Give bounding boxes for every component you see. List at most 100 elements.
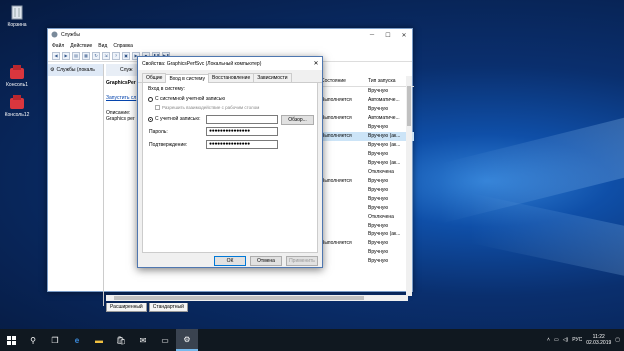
app-icon[interactable]: ▭ xyxy=(154,329,176,351)
radio-button[interactable] xyxy=(148,116,153,122)
radio-button[interactable] xyxy=(148,96,153,102)
logon-as-label: Вход в систему: xyxy=(148,86,185,92)
system-tray: ˄ ▭ ◁) РУС 11:22 02.03.2019 ▢ xyxy=(547,334,624,346)
table-row[interactable]: Вручную xyxy=(318,203,414,212)
export-icon[interactable]: ⇲ xyxy=(102,51,110,60)
scrollbar-thumb[interactable] xyxy=(407,86,411,126)
vertical-scrollbar[interactable] xyxy=(406,76,412,296)
table-row[interactable]: Вручную xyxy=(318,248,414,257)
table-row[interactable]: Вручную xyxy=(318,257,414,266)
column-header-status[interactable]: Состояние xyxy=(318,78,365,84)
checkbox[interactable] xyxy=(155,105,160,110)
table-row[interactable]: Вручную (ак... xyxy=(318,159,414,168)
network-icon[interactable]: ▭ xyxy=(554,337,559,343)
account-input[interactable] xyxy=(206,115,278,124)
console-icon xyxy=(8,94,26,110)
chevron-up-icon[interactable]: ˄ xyxy=(547,337,550,343)
table-row[interactable]: Вручную xyxy=(318,194,414,203)
desktop-background: Корзина Консоль1 Консоль12 Службы ─ ☐ ✕ … xyxy=(0,0,624,329)
table-row[interactable]: Вручную xyxy=(318,123,414,132)
table-row[interactable]: Отключена xyxy=(318,167,414,176)
help-icon[interactable]: ? xyxy=(112,51,120,60)
confirm-password-input[interactable]: ●●●●●●●●●●●●●●● xyxy=(206,140,278,149)
cell-startup: Вручную xyxy=(368,195,389,202)
tab-extended[interactable]: Расширенный xyxy=(106,303,147,312)
logon-tab-panel: Вход в систему: С системной учетной запи… xyxy=(142,83,318,253)
cell-startup: Вручную xyxy=(368,88,389,95)
refresh-icon[interactable]: ↻ xyxy=(92,51,100,60)
maximize-button[interactable]: ☐ xyxy=(380,32,396,39)
tab-standard[interactable]: Стандартный xyxy=(148,303,188,312)
menu-help[interactable]: Справка xyxy=(113,43,133,49)
services-titlebar[interactable]: Службы ─ ☐ ✕ xyxy=(48,29,412,41)
table-row[interactable]: Вручную (ак... xyxy=(318,141,414,150)
radio-local-system[interactable]: С системной учетной записью xyxy=(148,96,312,102)
tab-general[interactable]: Общие xyxy=(142,73,167,82)
cancel-button[interactable]: Отмена xyxy=(250,256,282,266)
clock[interactable]: 11:22 02.03.2019 xyxy=(586,334,611,346)
cell-startup: Вручную xyxy=(368,177,389,184)
pane-header-title: Служ xyxy=(120,67,133,73)
recycle-bin-icon xyxy=(8,4,26,20)
desktop-icon-label: Корзина xyxy=(7,22,27,28)
radio-label: С учетной записью: xyxy=(155,116,201,122)
checkbox-interact-desktop[interactable]: Разрешить взаимодействие с рабочим столо… xyxy=(155,105,312,110)
language-indicator[interactable]: РУС xyxy=(572,337,582,343)
minimize-button[interactable]: ─ xyxy=(364,32,380,39)
menu-file[interactable]: Файл xyxy=(52,43,64,49)
desktop-icon-recycle-bin[interactable]: Корзина xyxy=(0,4,34,28)
cell-startup: Вручную xyxy=(368,186,389,193)
apply-button[interactable]: Применить xyxy=(286,256,318,266)
file-explorer-icon[interactable]: ▬ xyxy=(88,329,110,351)
radio-label: С системной учетной записью xyxy=(155,96,226,102)
menu-action[interactable]: Действие xyxy=(70,43,92,49)
horizontal-scrollbar[interactable] xyxy=(106,295,408,301)
table-row[interactable]: Вручную xyxy=(318,150,414,159)
table-row[interactable]: Вручную xyxy=(318,221,414,230)
cell-startup: Вручную xyxy=(368,249,389,256)
table-row[interactable]: Вручную (ак... xyxy=(318,230,414,239)
browse-button[interactable]: Обзор... xyxy=(281,115,314,125)
mail-icon[interactable]: ✉ xyxy=(132,329,154,351)
search-icon[interactable]: ⚲ xyxy=(22,329,44,351)
services-taskbar-icon[interactable]: ⚙ xyxy=(176,329,198,351)
table-row[interactable]: Отключена xyxy=(318,212,414,221)
table-row[interactable]: Вручную xyxy=(318,105,414,114)
properties-icon[interactable]: ▦ xyxy=(82,51,90,60)
cell-status: Выполняется xyxy=(321,240,352,247)
task-view-icon[interactable]: ❐ xyxy=(44,329,66,351)
console-view-icon[interactable]: ▣ xyxy=(122,51,130,60)
tab-dependencies[interactable]: Зависимости xyxy=(253,73,292,82)
table-row[interactable]: Выполняется Автоматиче... xyxy=(318,114,414,123)
table-row[interactable]: Вручную xyxy=(318,87,414,96)
cell-startup: Вручную xyxy=(368,106,389,113)
start-icon[interactable] xyxy=(0,329,22,351)
table-row[interactable]: Вручную xyxy=(318,185,414,194)
table-row[interactable]: Выполняется Вручную xyxy=(318,176,414,185)
close-button[interactable]: ✕ xyxy=(396,32,412,39)
edge-icon[interactable]: e xyxy=(66,329,88,351)
table-row[interactable]: Выполняется Автоматиче... xyxy=(318,96,414,105)
desktop-icon-console12[interactable]: Консоль12 xyxy=(0,94,34,118)
notifications-icon[interactable]: ▢ xyxy=(615,337,620,343)
password-input[interactable]: ●●●●●●●●●●●●●●● xyxy=(206,127,278,136)
dialog-titlebar[interactable]: Свойства: GraphicsPerfSvc (Локальный ком… xyxy=(138,57,322,70)
tree-item-services[interactable]: ⚙ Службы (локаль xyxy=(48,64,103,76)
dialog-close-icon[interactable]: ✕ xyxy=(310,60,322,67)
tab-logon[interactable]: Вход в систему xyxy=(165,74,209,83)
ok-button[interactable]: ОК xyxy=(214,256,246,266)
volume-icon[interactable]: ◁) xyxy=(563,337,569,343)
console-tree-icon[interactable]: ▤ xyxy=(72,51,80,60)
column-header-startup[interactable]: Тип запуска xyxy=(365,78,408,84)
table-row[interactable]: Выполняется Вручную xyxy=(318,239,414,248)
menu-view[interactable]: Вид xyxy=(98,43,107,49)
store-icon[interactable]: 🛍 xyxy=(110,329,132,351)
scrollbar-thumb[interactable] xyxy=(114,296,364,300)
cell-startup: Отключена xyxy=(368,168,394,175)
wallpaper-beam xyxy=(470,192,624,278)
tab-recovery[interactable]: Восстановление xyxy=(208,73,255,82)
table-row[interactable]: Выполняется Вручную (ак... xyxy=(318,131,414,141)
back-icon[interactable]: ◀ xyxy=(52,51,60,60)
desktop-icon-console1[interactable]: Консоль1 xyxy=(0,64,34,88)
forward-icon[interactable]: ▶ xyxy=(62,51,70,60)
